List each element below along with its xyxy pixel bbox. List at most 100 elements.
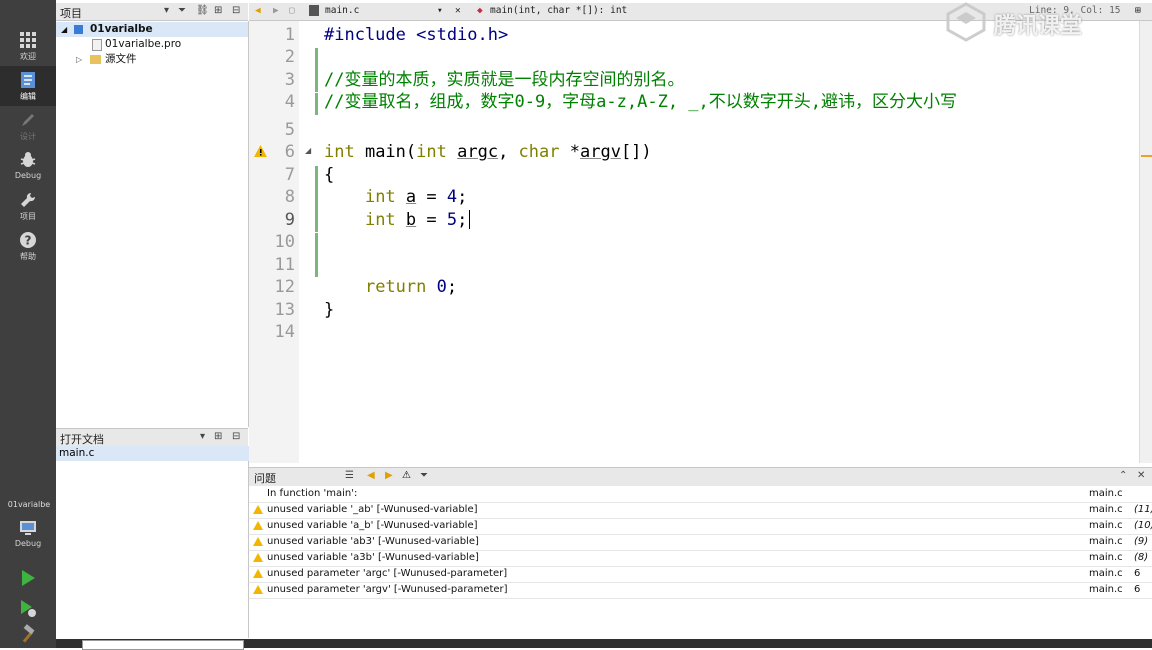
filter-icon[interactable]: ⏷ bbox=[420, 470, 428, 481]
code-token: int bbox=[364, 210, 396, 230]
code-token: //变量取名，组成，数字0-9，字母a-z,A-Z, _,不以数字开头,避讳，区… bbox=[324, 92, 957, 112]
locator-input[interactable] bbox=[82, 640, 244, 650]
svg-text:?: ? bbox=[25, 234, 32, 248]
issue-row[interactable]: unused variable 'a_b' [-Wunused-variable… bbox=[249, 518, 1152, 535]
issue-message: In function 'main': bbox=[267, 488, 358, 499]
mode-welcome[interactable]: 欢迎 bbox=[0, 26, 56, 66]
line-number: 3 bbox=[284, 70, 295, 90]
symbol-selector[interactable]: main(int, char *[]): int bbox=[490, 5, 627, 16]
modified-line-marker bbox=[315, 188, 318, 210]
line-number: 11 bbox=[274, 255, 295, 275]
modified-line-marker bbox=[315, 210, 318, 232]
warning-filter-icon[interactable]: ⚠ bbox=[402, 470, 411, 481]
mode-label: 设计 bbox=[20, 132, 36, 141]
expand-arrow-icon[interactable]: ◢ bbox=[61, 22, 67, 37]
line-number: 7 bbox=[284, 165, 295, 185]
warning-icon[interactable] bbox=[254, 145, 267, 157]
code-token: a bbox=[405, 187, 417, 207]
issue-row[interactable]: unused parameter 'argv' [-Wunused-parame… bbox=[249, 582, 1152, 599]
line-number: 14 bbox=[274, 322, 295, 342]
file-icon bbox=[92, 39, 102, 51]
issues-pane-header: 问题 ☰ ◀ ▶ ⚠ ⏷ ⌃ ✕ bbox=[249, 467, 1152, 487]
current-file[interactable]: main.c bbox=[325, 5, 359, 16]
build-button[interactable] bbox=[0, 624, 56, 644]
help-icon: ? bbox=[20, 232, 36, 248]
code-line: //变量的本质，实质就是一段内存空间的别名。 bbox=[324, 69, 684, 91]
issue-row[interactable]: unused parameter 'argc' [-Wunused-parame… bbox=[249, 566, 1152, 583]
back-arrow-icon[interactable]: ◀ bbox=[255, 5, 261, 16]
split-icon[interactable]: ⊞ bbox=[214, 431, 222, 442]
hammer-icon bbox=[22, 624, 35, 643]
line-number: 9 bbox=[284, 210, 295, 230]
filter-icon[interactable]: ⏷ bbox=[178, 5, 186, 16]
issue-row[interactable]: unused variable '_ab' [-Wunused-variable… bbox=[249, 502, 1152, 519]
project-icon bbox=[74, 25, 83, 34]
prev-issue-icon[interactable]: ◀ bbox=[367, 470, 375, 481]
editor-scrollbar[interactable] bbox=[1139, 21, 1152, 463]
mode-debug[interactable]: Debug bbox=[0, 146, 56, 186]
folder-icon bbox=[90, 55, 101, 64]
code-token: ; bbox=[457, 210, 468, 230]
line-number: 8 bbox=[284, 187, 295, 207]
debug-run-button[interactable] bbox=[0, 594, 56, 622]
open-doc-item[interactable]: main.c bbox=[56, 446, 251, 461]
code-token: * bbox=[559, 142, 580, 162]
issue-line: 6 bbox=[1134, 584, 1141, 595]
open-docs-list: main.c bbox=[56, 446, 251, 638]
mode-help[interactable]: ? 帮助 bbox=[0, 226, 56, 266]
dropdown-icon[interactable]: ▾ bbox=[164, 5, 169, 16]
warning-icon bbox=[253, 521, 263, 530]
code-token: #include <stdio.h> bbox=[324, 25, 509, 45]
collapse-arrow-icon[interactable]: ▷ bbox=[76, 52, 82, 67]
play-icon bbox=[22, 570, 35, 586]
code-token: //变量的本质，实质就是一段内存空间的别名。 bbox=[324, 70, 685, 90]
mode-design[interactable]: 设计 bbox=[0, 106, 56, 146]
text-cursor bbox=[469, 210, 470, 229]
dropdown-icon[interactable]: ▾ bbox=[200, 431, 205, 442]
close-panel-icon[interactable]: ⊟ bbox=[232, 431, 240, 442]
mode-sidebar: 欢迎 编辑 设计 Debug 项目 ? 帮助 01varialbe Debug bbox=[0, 0, 56, 648]
code-token: []) bbox=[620, 142, 652, 162]
pencil-icon bbox=[22, 114, 34, 126]
modified-line-marker bbox=[315, 255, 318, 277]
wrench-icon bbox=[21, 192, 36, 207]
fold-arrow-icon[interactable]: ◢ bbox=[305, 146, 311, 155]
mode-edit[interactable]: 编辑 bbox=[0, 66, 56, 106]
mode-projects[interactable]: 项目 bbox=[0, 186, 56, 226]
issue-file: main.c bbox=[1089, 536, 1123, 547]
run-button[interactable] bbox=[0, 564, 56, 592]
issue-message: unused parameter 'argc' [-Wunused-parame… bbox=[267, 568, 508, 579]
code-line: #include <stdio.h> bbox=[324, 24, 508, 46]
code-line: return 0; bbox=[324, 276, 457, 298]
next-issue-icon[interactable]: ▶ bbox=[385, 470, 393, 481]
code-token: ; bbox=[446, 277, 458, 297]
clear-icon[interactable]: ☰ bbox=[345, 470, 354, 481]
code-token: b bbox=[405, 210, 417, 230]
forward-arrow-icon[interactable]: ▶ bbox=[273, 5, 279, 16]
line-number: 1 bbox=[284, 25, 295, 45]
play-debug-icon bbox=[21, 600, 36, 617]
code-token: int bbox=[364, 187, 396, 207]
code-line: } bbox=[324, 299, 334, 321]
tree-item-label: 01varialbe bbox=[90, 23, 153, 35]
close-pane-icon[interactable]: ✕ bbox=[1137, 470, 1145, 481]
tree-item-project[interactable]: ◢ 01varialbe bbox=[56, 22, 248, 37]
code-editor[interactable]: #include <stdio.h> //变量的本质，实质就是一段内存空间的别名… bbox=[319, 21, 1139, 463]
file-dropdown-icon[interactable]: ▾ bbox=[437, 5, 443, 16]
issue-row[interactable]: unused variable 'a3b' [-Wunused-variable… bbox=[249, 550, 1152, 567]
code-token: { bbox=[324, 165, 335, 185]
code-token: = bbox=[416, 210, 447, 230]
issue-file: main.c bbox=[1089, 552, 1123, 563]
issue-file: main.c bbox=[1089, 568, 1123, 579]
code-token: = bbox=[416, 187, 447, 207]
close-file-icon[interactable]: ✕ bbox=[455, 5, 461, 16]
close-panel-icon[interactable]: ⊟ bbox=[232, 5, 240, 16]
maximize-icon[interactable]: ⌃ bbox=[1119, 470, 1127, 481]
watermark-text: 腾讯课堂 bbox=[994, 14, 1083, 39]
issue-row[interactable]: unused variable 'ab3' [-Wunused-variable… bbox=[249, 534, 1152, 551]
split-icon[interactable]: ⊞ bbox=[214, 5, 222, 16]
kit-selector[interactable]: Debug bbox=[0, 514, 56, 554]
code-token: 5 bbox=[446, 210, 458, 230]
link-icon[interactable]: ⛓ bbox=[196, 5, 209, 16]
issue-row[interactable]: In function 'main': main.c bbox=[249, 486, 1152, 503]
